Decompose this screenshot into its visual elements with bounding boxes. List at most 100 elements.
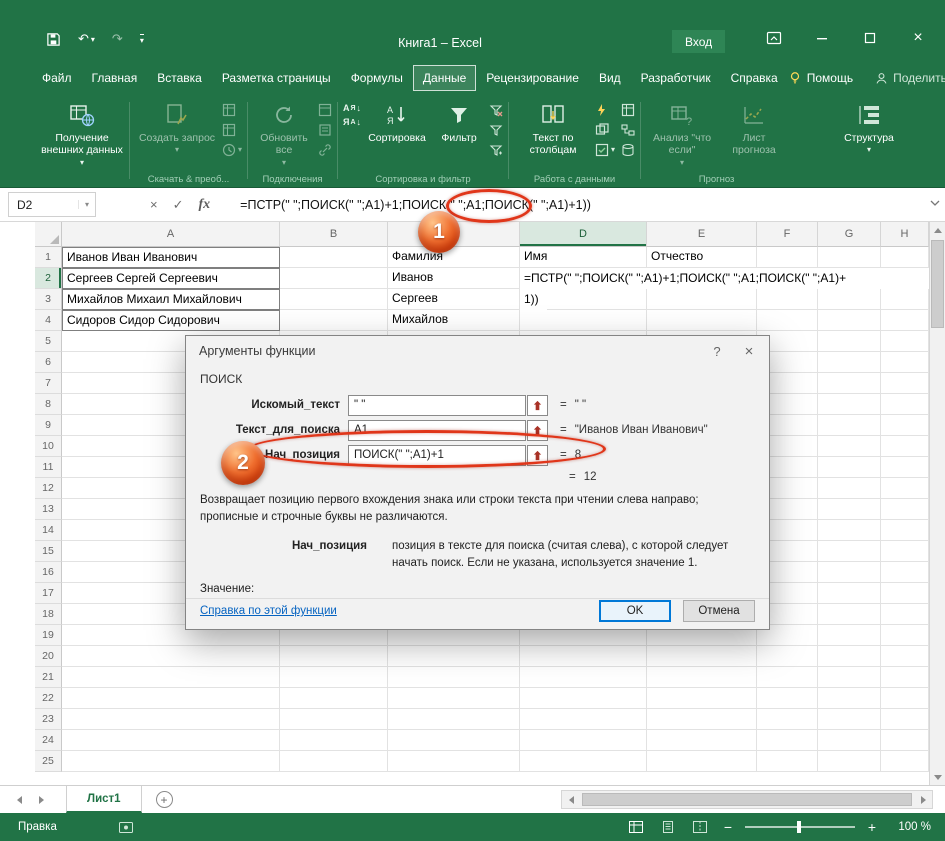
cell-F24[interactable] (757, 730, 818, 751)
cell-D24[interactable] (520, 730, 647, 751)
cell-C3[interactable]: Сергеев (388, 289, 520, 310)
add-sheet-button[interactable]: + (156, 791, 173, 808)
cell-A20[interactable] (62, 646, 280, 667)
cell-H10[interactable] (881, 436, 929, 457)
cell-G19[interactable] (818, 625, 881, 646)
row-header-7[interactable]: 7 (35, 373, 62, 394)
cell-H4[interactable] (881, 310, 929, 331)
cell-E1[interactable]: Отчество (647, 247, 757, 268)
cell-H13[interactable] (881, 499, 929, 520)
collapse-dialog-button-1[interactable] (527, 395, 548, 416)
cell-E21[interactable] (647, 667, 757, 688)
sort-az-button[interactable]: АЯ↓ (343, 103, 362, 113)
column-header-G[interactable]: G (818, 222, 881, 247)
cell-F23[interactable] (757, 709, 818, 730)
cell-B25[interactable] (280, 751, 388, 772)
scroll-left-icon[interactable] (562, 791, 580, 808)
row-header-13[interactable]: 13 (35, 499, 62, 520)
cell-G18[interactable] (818, 604, 881, 625)
cell-H15[interactable] (881, 541, 929, 562)
cell-G16[interactable] (818, 562, 881, 583)
cell-D22[interactable] (520, 688, 647, 709)
cell-H23[interactable] (881, 709, 929, 730)
name-box-dropdown-icon[interactable]: ▾ (78, 200, 95, 209)
cell-H19[interactable] (881, 625, 929, 646)
consolidate-button[interactable] (621, 101, 635, 118)
cell-H1[interactable] (881, 247, 929, 268)
formula-input[interactable]: =ПСТР(" ";ПОИСК(" ";А1)+1;ПОИСК(" ";А1;П… (240, 198, 945, 212)
cell-G20[interactable] (818, 646, 881, 667)
cell-C1[interactable]: Фамилия (388, 247, 520, 268)
cell-C25[interactable] (388, 751, 520, 772)
recent-sources-button[interactable]: ▾ (222, 141, 242, 158)
collapse-dialog-button-2[interactable] (527, 420, 548, 441)
row-header-6[interactable]: 6 (35, 352, 62, 373)
cell-G23[interactable] (818, 709, 881, 730)
cell-G14[interactable] (818, 520, 881, 541)
normal-view-button[interactable] (625, 818, 647, 837)
from-table-button[interactable] (222, 121, 242, 138)
cancel-button[interactable]: Отмена (683, 600, 755, 622)
connections-button[interactable] (318, 101, 332, 118)
cell-D20[interactable] (520, 646, 647, 667)
cell-E23[interactable] (647, 709, 757, 730)
ribbon-tab-review[interactable]: Рецензирование (476, 65, 589, 91)
close-button[interactable]: × (909, 29, 927, 47)
cell-A22[interactable] (62, 688, 280, 709)
cell-D4[interactable] (520, 310, 647, 331)
flash-fill-button[interactable] (595, 101, 615, 118)
filter-button[interactable]: Фильтр (432, 99, 486, 171)
cell-A3[interactable]: Михайлов Михаил Михайлович (62, 289, 280, 310)
ok-button[interactable]: OK (599, 600, 671, 622)
cell-A4[interactable]: Сидоров Сидор Сидорович (62, 310, 280, 331)
cell-H9[interactable] (881, 415, 929, 436)
row-header-12[interactable]: 12 (35, 478, 62, 499)
cell-G8[interactable] (818, 394, 881, 415)
row-header-8[interactable]: 8 (35, 394, 62, 415)
cell-G22[interactable] (818, 688, 881, 709)
horizontal-scroll-thumb[interactable] (582, 793, 912, 806)
cell-F1[interactable] (757, 247, 818, 268)
minimize-button[interactable] (813, 29, 831, 47)
name-box[interactable]: D2 ▾ (8, 192, 96, 217)
row-header-4[interactable]: 4 (35, 310, 62, 331)
cell-F25[interactable] (757, 751, 818, 772)
cell-H25[interactable] (881, 751, 929, 772)
cell-D25[interactable] (520, 751, 647, 772)
cell-B22[interactable] (280, 688, 388, 709)
cell-H24[interactable] (881, 730, 929, 751)
get-external-data-button[interactable]: Получение внешних данных ▾ (40, 99, 124, 171)
zoom-out-button[interactable]: − (721, 819, 735, 835)
row-header-15[interactable]: 15 (35, 541, 62, 562)
cell-G5[interactable] (818, 331, 881, 352)
row-header-19[interactable]: 19 (35, 625, 62, 646)
column-header-B[interactable]: B (280, 222, 388, 247)
ribbon-tab-file[interactable]: Файл (32, 65, 82, 91)
cell-E4[interactable] (647, 310, 757, 331)
row-header-10[interactable]: 10 (35, 436, 62, 457)
formula-bar-expand-icon[interactable] (930, 200, 940, 206)
row-header-3[interactable]: 3 (35, 289, 62, 310)
relationships-button[interactable] (621, 121, 635, 138)
zoom-slider[interactable] (745, 826, 855, 828)
advanced-filter-button[interactable] (489, 141, 503, 158)
column-header-D[interactable]: D (520, 222, 647, 247)
nach-pozitsiya-input[interactable]: ПОИСК(" ";A1)+1 (348, 445, 526, 466)
cell-D23[interactable] (520, 709, 647, 730)
cell-G10[interactable] (818, 436, 881, 457)
row-header-24[interactable]: 24 (35, 730, 62, 751)
cell-A25[interactable] (62, 751, 280, 772)
connection-properties-button[interactable] (318, 121, 332, 138)
signin-button[interactable]: Вход (672, 30, 725, 53)
cell-C4[interactable]: Михайлов (388, 310, 520, 331)
share-button[interactable]: Поделиться (875, 71, 945, 85)
cell-G9[interactable] (818, 415, 881, 436)
refresh-all-button[interactable]: Обновить все ▾ (253, 99, 315, 171)
row-header-11[interactable]: 11 (35, 457, 62, 478)
cell-B24[interactable] (280, 730, 388, 751)
forecast-sheet-button[interactable]: Лист прогноза (721, 99, 787, 171)
cell-G17[interactable] (818, 583, 881, 604)
cell-C20[interactable] (388, 646, 520, 667)
cell-H21[interactable] (881, 667, 929, 688)
cell-B4[interactable] (280, 310, 388, 331)
